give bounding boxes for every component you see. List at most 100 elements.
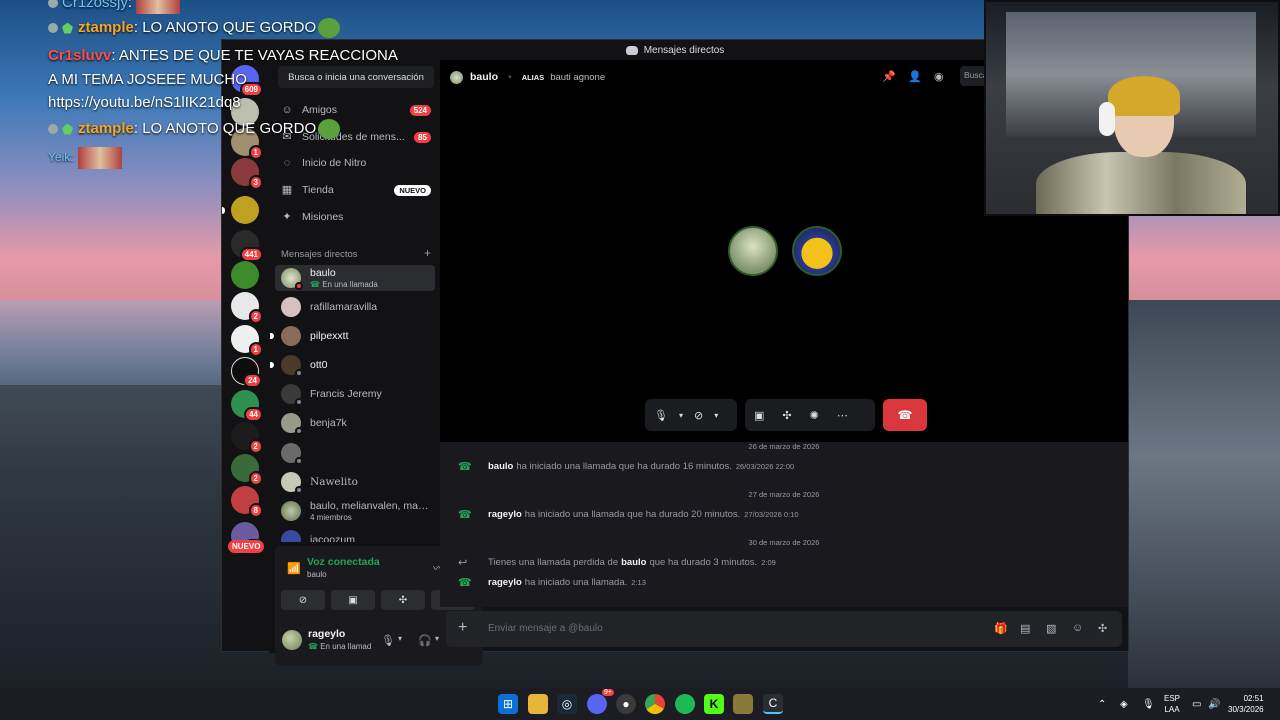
server-icon[interactable]: 24 xyxy=(231,357,262,388)
profile-icon[interactable]: ◉ xyxy=(934,70,944,83)
dm-item[interactable]: jacoozum xyxy=(275,528,435,542)
server-icon[interactable]: 2 xyxy=(231,422,263,454)
conversation-search-button[interactable]: Busca o inicia una conversación xyxy=(278,66,434,88)
apps-icon[interactable]: ✣ xyxy=(1098,622,1107,635)
quests-icon: ✦ xyxy=(282,211,292,223)
message-time: 2:09 xyxy=(761,558,776,567)
message-user[interactable]: baulo xyxy=(488,461,513,472)
call-log-message: ☎ baulo ha iniciado una llamada que ha dur… xyxy=(458,460,794,473)
sticker-icon[interactable]: ▧ xyxy=(1046,622,1056,635)
message-user[interactable]: baulo xyxy=(621,557,646,568)
message-text: ha iniciado una llamada que ha durado 20… xyxy=(524,509,741,520)
pin-icon[interactable]: 📌 xyxy=(882,70,896,83)
chrome-icon[interactable] xyxy=(645,694,665,714)
kick-icon[interactable]: K xyxy=(704,694,724,714)
call-participant-avatar[interactable] xyxy=(728,226,778,276)
webcam-overlay xyxy=(984,0,1280,216)
cursor-app-icon[interactable]: C xyxy=(763,694,783,714)
server-icon[interactable]: 8 xyxy=(231,486,263,518)
message-text: ha iniciado una llamada. xyxy=(524,577,628,588)
hang-up-button[interactable]: ☎ xyxy=(883,399,927,431)
message-text: ha iniciado una llamada que ha durado 16… xyxy=(516,461,732,472)
headphones-icon[interactable]: 🎧 xyxy=(418,634,432,647)
show-hidden-icons[interactable]: ⌃ xyxy=(1098,688,1106,720)
camera-off-icon[interactable]: ⊘ xyxy=(694,409,703,422)
separator-dot: • xyxy=(508,71,512,83)
screen-share-icon[interactable]: ▣ xyxy=(754,409,764,422)
screen-share-button[interactable]: ▣ xyxy=(331,590,375,610)
mention-badge: 2 xyxy=(248,309,263,324)
camera-button[interactable]: ⊘ xyxy=(281,590,325,610)
date-divider: 30 de marzo de 2026 xyxy=(748,538,820,547)
discord-taskbar-icon[interactable]: 9+ xyxy=(587,689,614,714)
create-dm-button[interactable]: + xyxy=(424,247,431,260)
message-user[interactable]: rageylo xyxy=(488,509,522,520)
clock[interactable]: 02:51 30/3/2026 xyxy=(1228,688,1264,720)
more-options-icon[interactable]: ⋯ xyxy=(837,409,848,422)
composer-placeholder: Enviar mensaje a @baulo xyxy=(488,623,603,634)
dm-item[interactable]: pilpexxtt xyxy=(270,323,435,349)
message-user[interactable]: rageylo xyxy=(488,577,522,588)
server-icon[interactable]: 2 xyxy=(231,454,263,486)
server-icon[interactable]: 3 xyxy=(231,158,263,190)
dm-item[interactable]: rafillamaravilla xyxy=(275,294,435,320)
microphone-icon[interactable]: 🎙 xyxy=(381,634,395,647)
gift-icon[interactable]: 🎁 xyxy=(994,622,1008,635)
message-time: 26/03/2026 22:00 xyxy=(735,462,795,471)
server-icon[interactable]: 2 xyxy=(231,292,263,324)
header-name: baulo xyxy=(470,71,498,83)
server-icon[interactable]: 441 xyxy=(231,230,263,262)
microphone-icon[interactable]: 🎙 xyxy=(654,409,668,422)
dm-item-group[interactable]: baulo, melianvalen, marg... 4 miembros xyxy=(275,498,435,524)
soundboard-icon[interactable]: ✺ xyxy=(810,409,819,422)
add-friend-icon[interactable]: 👤 xyxy=(908,70,922,83)
server-icon[interactable]: 44 xyxy=(231,390,263,422)
obs-icon[interactable]: ● xyxy=(616,694,636,714)
file-explorer-icon[interactable] xyxy=(528,694,548,714)
spotify-icon[interactable] xyxy=(675,694,695,714)
message-composer[interactable]: + Enviar mensaje a @baulo 🎁 ▤ ▧ ☺ ✣ xyxy=(446,611,1122,647)
microphone-tray-icon[interactable]: 🎙 xyxy=(1142,688,1155,720)
dm-item[interactable]: Francis Jeremy xyxy=(275,381,435,407)
call-participant-avatar[interactable] xyxy=(792,226,842,276)
game-icon[interactable] xyxy=(733,694,753,714)
volume-icon[interactable]: 🔊 xyxy=(1208,688,1220,720)
chevron-down-icon[interactable]: ▾ xyxy=(435,634,439,643)
steam-icon[interactable]: ◎ xyxy=(557,694,577,714)
dm-item[interactable]: ott0 xyxy=(270,352,435,378)
nav-shop[interactable]: ▦ Tienda NUEVO xyxy=(275,178,435,202)
chat-text: : LO ANOTO QUE GORDO xyxy=(133,119,317,137)
dm-item[interactable] xyxy=(275,440,435,466)
dm-item[interactable]: benja7k xyxy=(275,410,435,436)
new-tag: NUEVO xyxy=(394,184,431,196)
server-icon[interactable] xyxy=(231,261,259,289)
avatar xyxy=(281,472,303,494)
chevron-down-icon[interactable]: ▾ xyxy=(714,411,718,420)
add-attachment-icon[interactable]: + xyxy=(458,619,467,637)
activities-icon[interactable]: ✣ xyxy=(782,409,791,422)
language-indicator[interactable]: ESP LAA xyxy=(1164,688,1180,720)
status-indicator xyxy=(295,282,303,290)
nav-nitro[interactable]: ◌ Inicio de Nitro xyxy=(275,151,435,175)
windows-start-icon[interactable]: ⊞ xyxy=(498,694,518,714)
nav-quests[interactable]: ✦ Misiones xyxy=(275,205,435,229)
nav-label: Amigos xyxy=(302,104,338,116)
dm-status-text: En una llamada xyxy=(322,280,378,289)
server-icon[interactable] xyxy=(222,196,259,224)
emoji-icon[interactable]: ☺ xyxy=(1072,622,1083,634)
chevron-down-icon[interactable]: ▾ xyxy=(398,634,402,643)
phone-icon: ☎ xyxy=(310,280,323,289)
user-avatar[interactable] xyxy=(282,630,302,650)
dm-section-title: Mensajes directos xyxy=(281,249,358,260)
clock-time: 02:51 xyxy=(1243,694,1264,703)
dm-item-baulo[interactable]: baulo ☎ En una llamada xyxy=(275,265,435,291)
network-icon[interactable]: ▭ xyxy=(1192,688,1201,720)
chevron-down-icon[interactable]: ▾ xyxy=(679,411,683,420)
count-badge: 85 xyxy=(414,131,431,143)
security-icon[interactable]: ◈ xyxy=(1120,688,1128,720)
dm-item[interactable]: Nawelito xyxy=(275,469,435,495)
dm-name: jacoozum xyxy=(310,534,355,542)
activities-button[interactable]: ✣ xyxy=(381,590,425,610)
server-icon[interactable]: 1 xyxy=(231,325,263,357)
gif-icon[interactable]: ▤ xyxy=(1020,622,1030,635)
